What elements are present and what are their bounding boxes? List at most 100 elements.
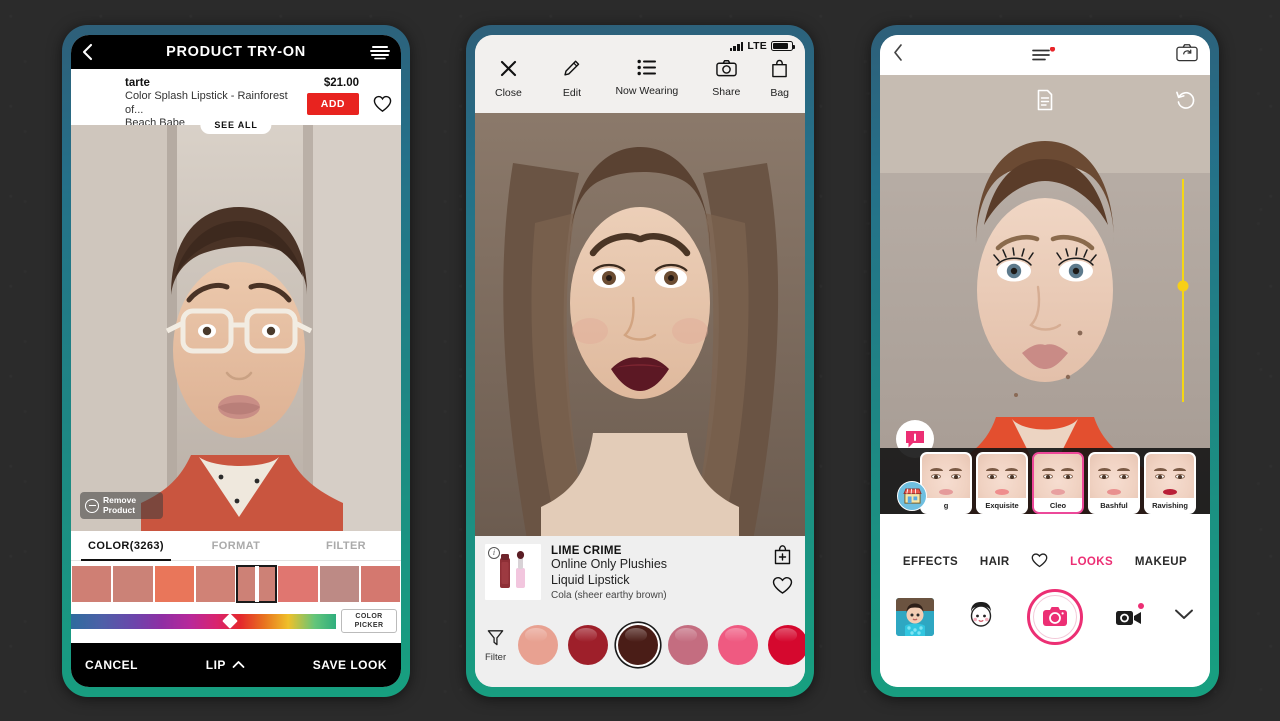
look-item-4[interactable]: Ravishing	[1144, 452, 1196, 514]
p2-toolbar: Close Edit Now Wearing Share Bag	[475, 57, 805, 113]
p3-tab-bar: EFFECTS HAIR LOOKS MAKEUP	[880, 544, 1210, 580]
intensity-slider-knob[interactable]	[1177, 280, 1189, 292]
shade-dots[interactable]	[518, 625, 805, 665]
close-x-icon	[499, 59, 518, 83]
p1-header: PRODUCT TRY-ON	[71, 35, 401, 69]
color-swatch-3[interactable]	[195, 566, 235, 602]
lipstick-tube-icon: i	[485, 544, 541, 600]
heart-outline-icon[interactable]	[772, 576, 793, 600]
chevron-down-icon[interactable]	[1174, 608, 1194, 626]
intensity-slider[interactable]	[1177, 179, 1189, 402]
heart-outline-icon	[1031, 553, 1048, 571]
look-item-3[interactable]: Bashful	[1088, 452, 1140, 514]
tab-format[interactable]: FORMAT	[181, 531, 291, 560]
shade-selector-row[interactable]: Filter	[475, 609, 805, 687]
camera-icon	[716, 59, 737, 82]
signal-bars-icon	[729, 41, 744, 51]
p1-product-bar: tarte Color Splash Lipstick - Rainforest…	[71, 69, 401, 134]
document-icon[interactable]	[1036, 89, 1055, 116]
p1-face-illustration	[71, 125, 401, 531]
share-button[interactable]: Share	[712, 59, 740, 98]
product-brand: LIME CRIME	[551, 545, 622, 557]
category-selector[interactable]: LIP	[206, 658, 245, 672]
color-swatch-6[interactable]	[319, 566, 359, 602]
carrier-label: LTE	[747, 40, 767, 52]
shade-dot-4[interactable]	[718, 625, 759, 665]
undo-icon[interactable]	[1175, 89, 1196, 115]
save-look-button[interactable]: SAVE LOOK	[313, 658, 387, 672]
edit-button[interactable]: Edit	[562, 59, 581, 99]
now-wearing-label: Now Wearing	[615, 85, 679, 97]
look-thumbnail	[978, 454, 1026, 498]
store-icon[interactable]	[897, 481, 927, 511]
p1-camera-preview: Remove Product	[71, 125, 401, 531]
look-thumbnail	[1090, 454, 1138, 498]
shade-dot-3[interactable]	[668, 625, 709, 665]
shade-dot-2[interactable]	[618, 625, 659, 665]
color-swatch-4[interactable]	[235, 565, 278, 603]
gallery-thumbnail-icon[interactable]	[896, 597, 934, 636]
face-avatar-icon[interactable]	[966, 599, 996, 634]
camera-flip-icon[interactable]	[1176, 43, 1198, 67]
tab-effects[interactable]: EFFECTS	[903, 556, 958, 568]
info-circle-icon[interactable]: i	[488, 547, 500, 559]
remove-product-label: Remove Product	[103, 495, 137, 515]
bag-plus-icon[interactable]	[773, 544, 792, 570]
p1-bottom-bar: CANCEL LIP SAVE LOOK	[71, 643, 401, 687]
p3-action-bar	[880, 580, 1210, 687]
color-swatch-0[interactable]	[72, 566, 112, 602]
recording-badge-icon	[1137, 602, 1144, 609]
shade-dot-5[interactable]	[768, 625, 805, 665]
color-picker-button[interactable]: COLOR PICKER	[341, 609, 397, 633]
hue-slider-knob[interactable]	[222, 613, 238, 629]
p2-status-bar: LTE	[475, 35, 805, 57]
camera-shutter-icon[interactable]	[1027, 588, 1083, 645]
p1-gradient-row: COLOR PICKER	[71, 602, 401, 639]
see-all-button[interactable]: SEE ALL	[200, 116, 272, 134]
product-price: $21.00	[323, 77, 359, 89]
color-swatch-2[interactable]	[154, 566, 194, 602]
remove-product-button[interactable]: Remove Product	[80, 492, 163, 519]
look-label: g	[943, 501, 949, 510]
cancel-button[interactable]: CANCEL	[85, 658, 138, 672]
color-swatch-5[interactable]	[278, 566, 318, 602]
p1-tab-bar: COLOR(3263) FORMAT FILTER	[71, 531, 401, 561]
color-swatch-row[interactable]	[71, 565, 401, 603]
hamburger-badge-icon[interactable]	[1031, 47, 1059, 63]
heart-outline-icon[interactable]	[373, 95, 392, 118]
back-icon[interactable]	[892, 43, 904, 67]
hamburger-icon[interactable]	[369, 44, 391, 60]
p2-card-actions	[769, 544, 795, 600]
color-swatch-7[interactable]	[360, 566, 400, 602]
add-to-bag-button[interactable]: ADD	[306, 93, 359, 115]
tab-looks[interactable]: LOOKS	[1070, 556, 1113, 568]
look-label: Ravishing	[1152, 501, 1188, 510]
close-button[interactable]: Close	[491, 59, 522, 99]
tab-filter[interactable]: FILTER	[291, 531, 401, 560]
look-item-1[interactable]: Exquisite	[976, 452, 1028, 514]
tab-hair[interactable]: HAIR	[980, 556, 1010, 568]
tab-favorites[interactable]	[1031, 553, 1048, 571]
tab-makeup[interactable]: MAKEUP	[1135, 556, 1187, 568]
filter-button[interactable]: Filter	[485, 628, 506, 663]
shade-dot-0[interactable]	[518, 625, 559, 665]
look-item-2[interactable]: Cleo	[1032, 452, 1084, 514]
look-item-0[interactable]: g	[920, 452, 972, 514]
look-thumbnail	[1146, 454, 1194, 498]
product-name-line2: Liquid Lipstick	[551, 572, 630, 587]
bag-button[interactable]: Bag	[770, 59, 789, 99]
share-label: Share	[712, 86, 741, 98]
looks-carousel[interactable]: g Exquisite Cleo Bashful Ravishing	[880, 448, 1210, 514]
phone-1-screen: PRODUCT TRY-ON tarte Color Splash Lipsti…	[71, 35, 401, 687]
back-icon[interactable]	[81, 43, 94, 61]
p3-header	[880, 35, 1210, 75]
color-swatch-1[interactable]	[113, 566, 153, 602]
now-wearing-button[interactable]: Now Wearing	[615, 59, 678, 97]
hue-slider[interactable]	[71, 613, 336, 629]
p3-camera-preview: g Exquisite Cleo Bashful Ravishing	[880, 75, 1210, 514]
tab-color[interactable]: COLOR(3263)	[71, 531, 181, 561]
product-name-line1: Online Only Plushies	[551, 557, 668, 571]
bag-label: Bag	[770, 87, 789, 99]
shade-dot-1[interactable]	[568, 625, 609, 665]
video-camera-icon[interactable]	[1115, 602, 1144, 628]
